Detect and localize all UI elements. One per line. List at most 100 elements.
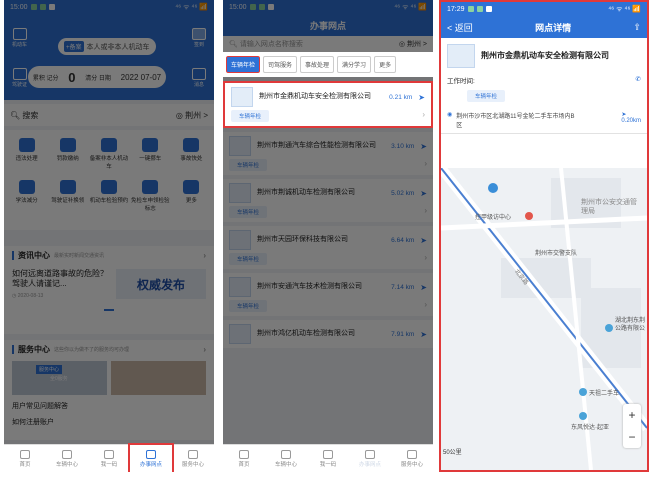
service-item[interactable]: 免检车申领检验标志 (130, 180, 171, 222)
bind-vehicle-pill[interactable]: +备案 本人或非本人机动车 (58, 38, 156, 55)
nav-label: 我一码 (100, 461, 118, 468)
tab-accident[interactable]: 事故处理 (300, 56, 335, 73)
navigate-icon[interactable]: ➤ (420, 283, 427, 292)
license-button[interactable]: 驾驶证 (12, 68, 27, 88)
service-label: 事故快处 (180, 156, 203, 162)
bottom-nav: 首页 车辆中心 我一码 办事网点 服务中心 (223, 444, 433, 472)
service-item[interactable]: 罚款缴纳 (47, 138, 88, 180)
search-label: 搜索 (22, 110, 39, 120)
service-label: 更多 (185, 198, 197, 204)
faq-link[interactable]: 用户常见问题解答 (12, 401, 206, 411)
news-subtitle: 最新实时新闻交通资讯 (54, 253, 105, 259)
service-item[interactable]: 违法处理 (6, 138, 47, 180)
point-tag: 车辆年检 (467, 90, 506, 102)
nav-label: 首页 (238, 461, 250, 468)
list-item[interactable]: 荆州市荆诚机动车检测有限公司 5.02 km ➤ 车辆年检 › (223, 179, 433, 222)
nav-code[interactable]: 我一码 (307, 445, 349, 472)
vehicle-label: 机动车 (12, 42, 28, 48)
tab-full-score-study[interactable]: 满分学习 (337, 56, 372, 73)
status-icons: ⁴⁶ ᯤ ⁴⁶ 📶 (608, 5, 641, 13)
point-name: 荆州市安通汽车技术检测有限公司 (257, 283, 362, 291)
parking-icon (488, 183, 498, 193)
checkin-label: 签到 (193, 42, 204, 48)
service-item[interactable]: 机动车检验预约 (88, 180, 129, 222)
service-banner-2[interactable] (111, 361, 206, 395)
map-scale: 50公里 (443, 450, 462, 456)
category-tabs: 车辆年检 司驾服务 事故处理 满分学习 更多 (223, 52, 433, 77)
heart-icon (188, 449, 198, 459)
service-center-subtitle: 这些你以为做不了的服务均可办理 (54, 347, 130, 353)
nav-label: 我一码 (319, 461, 337, 468)
poi-icon (579, 388, 587, 396)
service-icon (142, 138, 159, 152)
service-item[interactable]: 事故快处 (171, 138, 212, 180)
list-item[interactable]: 荆州市金鼎机动车安全检测有限公司 0.21 km ➤ 车辆年检 › (223, 81, 433, 128)
map-view[interactable]: 控甲级访中心 荆州市公安交通管理局 荆州市交警支队 北京路 湖北荆东荆公路有限公… (441, 168, 647, 470)
point-info-card: 荆州市金鼎机动车安全检测有限公司 工作时间: ✆ 车辆年检 ◉ 荆州市沙市区北湖路1… (441, 38, 647, 134)
message-button[interactable]: 消息 (192, 68, 206, 88)
location-icon: ◎ (175, 110, 183, 120)
message-label: 消息 (193, 82, 204, 88)
status-icons: ⁴⁶ ᯤ ⁴⁶ 📶 (394, 3, 427, 11)
image-placeholder-icon (229, 136, 251, 156)
nav-home[interactable]: 首页 (4, 445, 46, 472)
news-title: 资讯中心 (18, 251, 50, 260)
navigate-icon[interactable]: ➤ (420, 330, 427, 339)
home-search-bar[interactable]: 🔍︎ 搜索 ◎ 荆州 > (4, 104, 214, 126)
tab-more[interactable]: 更多 (374, 56, 397, 73)
service-banner-1[interactable]: 服务中心 全0服务 (12, 361, 107, 395)
nav-service-points[interactable]: 办事网点 (349, 445, 391, 472)
score-value: 0 (68, 69, 76, 85)
zoom-out-button[interactable]: − (628, 430, 635, 444)
city-label: 荆州 > (406, 41, 427, 48)
nav-service-center[interactable]: 服务中心 (391, 445, 433, 472)
navigate-icon[interactable]: ➤ (420, 189, 427, 198)
city-selector[interactable]: ◎ 荆州 > (399, 39, 427, 49)
service-item[interactable]: 学法减分 (6, 180, 47, 222)
checkin-button[interactable]: 签到 (192, 28, 206, 48)
home-icon (239, 449, 249, 459)
list-item[interactable]: 荆州市安通汽车技术检测有限公司 7.14 km ➤ 车辆年检 › (223, 273, 433, 316)
news-item[interactable]: 如何远离道路事故的危险？驾驶人请谨记... ◷ 2020-08-13 权威发布 (12, 269, 206, 299)
back-button[interactable]: < 返回 (447, 21, 473, 34)
navigate-icon[interactable]: ➤ (420, 236, 427, 245)
point-tag: 车辆年检 (231, 110, 270, 122)
zoom-in-button[interactable]: + (628, 408, 635, 422)
status-bar: 15:00 ⁴⁶ ᯤ ⁴⁶ 📶 (223, 0, 433, 14)
service-icon (59, 138, 76, 152)
chevron-right-icon[interactable]: › (203, 345, 206, 354)
map-label: 天祖二手车 (589, 391, 620, 397)
nav-service-points[interactable]: 办事网点 (128, 443, 174, 472)
service-item[interactable]: 驾驶证补换领 (47, 180, 88, 222)
service-item[interactable]: 一键挪车 (130, 138, 171, 180)
image-placeholder-icon (447, 44, 475, 68)
vehicle-button[interactable]: 机动车 (12, 28, 27, 48)
faq-item[interactable]: 如何注册账户 (12, 417, 206, 427)
page-header: < 返回 网点详情 ⇪ (441, 16, 647, 38)
map-label: 荆州市交警支队 (535, 251, 578, 257)
nav-vehicle-center[interactable]: 车辆中心 (265, 445, 307, 472)
nav-vehicle-center[interactable]: 车辆中心 (46, 445, 88, 472)
service-label: 机动车检验预约 (89, 198, 129, 204)
city-selector[interactable]: ◎ 荆州 > (176, 110, 208, 121)
nav-code[interactable]: 我一码 (88, 445, 130, 472)
list-item[interactable]: 荆州市荆通汽车综合性能检测有限公司 3.10 km ➤ 车辆年检 › (223, 132, 433, 175)
score-card[interactable]: 累积 记分 0 清分 日期 2022 07-07 (28, 66, 166, 88)
share-icon[interactable]: ⇪ (633, 22, 641, 33)
navigate-icon[interactable]: ➤ (418, 93, 425, 102)
point-search-bar[interactable]: 🔍︎ 请输入网点名称搜索 ◎ 荆州 > (223, 36, 433, 52)
tab-driver-service[interactable]: 司驾服务 (263, 56, 298, 73)
location-icon: ◎ (398, 41, 405, 48)
service-item[interactable]: 备案非本人机动车 (88, 138, 129, 180)
list-item[interactable]: 荆州市天园环保科技有限公司 6.64 km ➤ 车辆年检 › (223, 226, 433, 269)
nav-home[interactable]: 首页 (223, 445, 265, 472)
chevron-right-icon[interactable]: › (203, 251, 206, 260)
carousel-indicator (104, 309, 114, 311)
service-item[interactable]: 更多 (171, 180, 212, 222)
list-item[interactable]: 荆州市鸿亿机动车检测有限公司 7.91 km ➤ (223, 320, 433, 348)
nav-service-center[interactable]: 服务中心 (172, 445, 214, 472)
service-badge-sub: 全0服务 (50, 376, 68, 382)
navigate-icon[interactable]: ➤ (420, 142, 427, 151)
phone-icon[interactable]: ✆ (636, 75, 641, 85)
tab-annual-inspection[interactable]: 车辆年检 (224, 55, 262, 74)
